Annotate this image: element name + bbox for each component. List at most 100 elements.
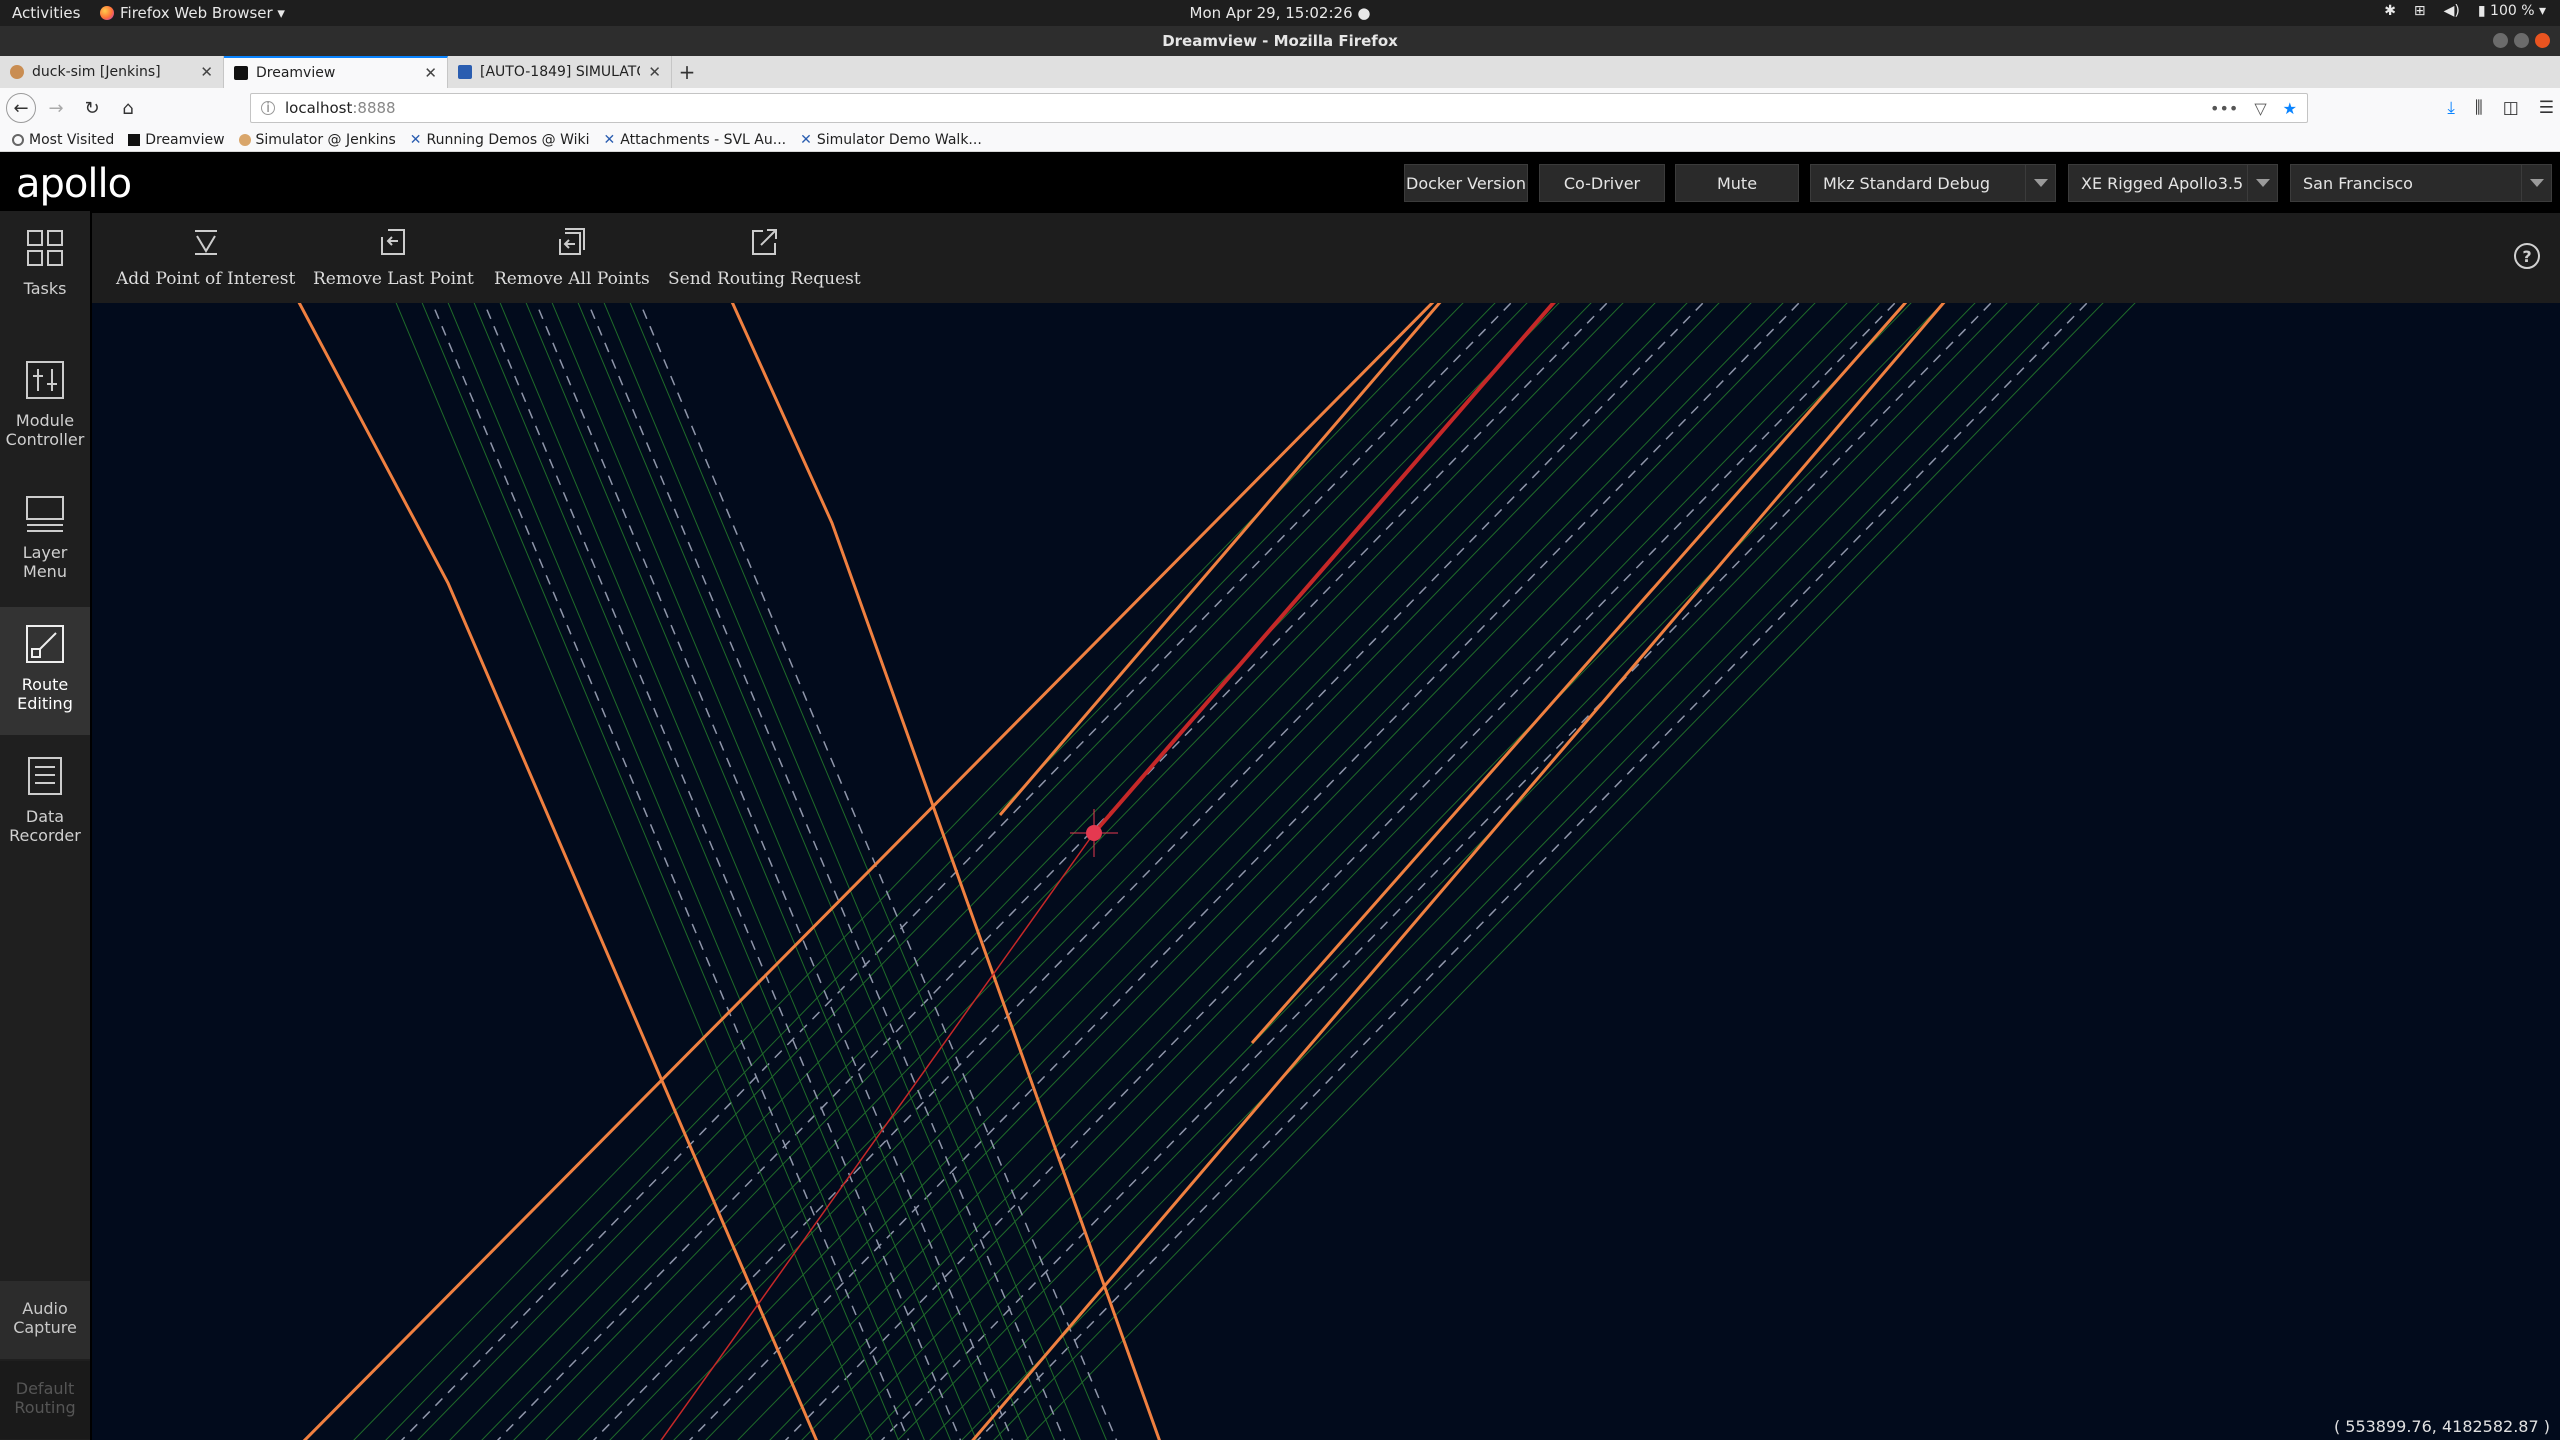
map-select[interactable]: San Francisco (2290, 164, 2552, 202)
lane-line (769, 303, 1880, 1440)
dreamview-header: apollo Docker Version Co-Driver Mute Mkz… (0, 153, 2560, 211)
tab-jenkins[interactable]: duck-sim [Jenkins] ✕ (0, 56, 224, 88)
lane-divider (592, 303, 1705, 1440)
audio-capture-button[interactable]: Audio Capture (0, 1281, 90, 1359)
lane-divider (535, 303, 1014, 1440)
bookmarks-bar: Most Visited Dreamview Simulator @ Jenki… (0, 128, 2560, 152)
default-routing-button[interactable]: Default Routing (0, 1361, 90, 1439)
help-icon[interactable]: ? (2514, 243, 2540, 269)
lane-line (499, 303, 977, 1440)
library-icon[interactable]: ⫼ (2475, 98, 2483, 118)
bluetooth-icon[interactable]: ✱ (2384, 3, 2396, 19)
remove-all-points-icon (558, 228, 585, 255)
bookmark-label: Dreamview (145, 131, 225, 148)
lane-line (641, 303, 1752, 1440)
lane-divider (976, 303, 2089, 1440)
layer-menu-icon (26, 496, 64, 532)
window-title: Dreamview - Mozilla Firefox (0, 26, 2560, 56)
system-tray[interactable]: ✱ ⊞ ◀) ▮ 100 % ▾ (2384, 3, 2546, 19)
docker-version-button[interactable]: Docker Version (1404, 164, 1528, 202)
page-actions-icon[interactable]: ••• (2210, 99, 2238, 118)
toolbar-right: ⤓ ⫼ ◫ ☰ (2447, 98, 2554, 118)
sidebar-icon[interactable]: ◫ (2503, 98, 2519, 118)
tab-label: duck-sim [Jenkins] (32, 64, 161, 80)
volume-icon[interactable]: ◀) (2444, 3, 2460, 19)
minimize-icon[interactable] (2493, 33, 2508, 48)
lane-line (353, 303, 1464, 1440)
window-controls (2493, 33, 2550, 48)
curb-line (998, 303, 1442, 816)
battery-indicator[interactable]: ▮ 100 % ▾ (2478, 3, 2546, 19)
side-menu-route-editing[interactable]: Route Editing (0, 607, 90, 735)
side-menu-layer-menu[interactable]: Layer Menu (0, 475, 90, 603)
tab-label: [AUTO-1849] SIMULATOR (480, 64, 641, 80)
route-editing-icon (26, 625, 64, 663)
lane-line (609, 303, 1720, 1440)
close-tab-icon[interactable]: ✕ (424, 64, 437, 82)
lane-line (801, 303, 1912, 1440)
close-window-icon[interactable] (2535, 33, 2550, 48)
lane-line (449, 303, 1560, 1440)
side-menu-tasks[interactable]: Tasks (0, 211, 90, 339)
vehicle-select[interactable]: XE Rigged Apollo3.5 (2068, 164, 2278, 202)
url-host: localhost (285, 99, 353, 117)
bookmark-label: Running Demos @ Wiki (426, 131, 590, 148)
side-menu-label: Menu (23, 562, 67, 581)
close-tab-icon[interactable]: ✕ (200, 63, 213, 81)
maximize-icon[interactable] (2514, 33, 2529, 48)
side-menu-label: Module (15, 411, 75, 430)
pocket-icon[interactable]: ▽ (2254, 99, 2266, 118)
lane-line (737, 303, 1848, 1440)
apollo-logo: apollo (16, 161, 132, 207)
side-menu-label: Routing (14, 1398, 76, 1417)
tool-label: Send Routing Request (668, 269, 861, 289)
mode-select[interactable]: Mkz Standard Debug (1810, 164, 2056, 202)
lane-line (385, 303, 1496, 1440)
back-button[interactable]: ← (6, 93, 36, 123)
bookmark-running-demos[interactable]: ✕ Running Demos @ Wiki (410, 132, 590, 148)
tab-auto-1849[interactable]: [AUTO-1849] SIMULATOR ✕ (448, 56, 672, 88)
forward-button[interactable]: → (40, 92, 72, 124)
mute-button[interactable]: Mute (1675, 164, 1799, 202)
reload-button[interactable]: ↻ (76, 92, 108, 124)
new-tab-button[interactable]: + (672, 56, 702, 88)
send-routing-icon (752, 229, 778, 255)
site-info-icon[interactable]: i (261, 101, 275, 116)
bookmark-star-icon[interactable]: ★ (2283, 99, 2297, 118)
remove-all-points-button[interactable]: Remove All Points (494, 227, 650, 289)
road-map-canvas[interactable] (92, 303, 2560, 1440)
jira-favicon-icon (458, 65, 472, 79)
lane-line (551, 303, 1029, 1440)
downloads-icon[interactable]: ⤓ (2447, 98, 2455, 118)
chevron-down-icon (2247, 165, 2277, 201)
map-view[interactable]: ( 553899.76, 4182582.87 ) (92, 303, 2560, 1440)
bookmark-simulator-demo[interactable]: ✕ Simulator Demo Walk... (800, 132, 982, 148)
lane-divider (483, 303, 962, 1440)
bookmark-most-visited[interactable]: Most Visited (12, 132, 114, 148)
close-tab-icon[interactable]: ✕ (648, 63, 661, 81)
side-menu-module-controller[interactable]: Module Controller (0, 343, 90, 471)
side-menu-data-recorder[interactable]: Data Recorder (0, 739, 90, 867)
url-bar[interactable]: i localhost:8888 ••• ▽ ★ (250, 93, 2308, 123)
url-port: :8888 (352, 99, 396, 117)
system-clock[interactable]: Mon Apr 29, 15:02:26 ● (0, 4, 2560, 22)
bookmark-simulator-jenkins[interactable]: Simulator @ Jenkins (238, 132, 396, 148)
co-driver-button[interactable]: Co-Driver (1539, 164, 1665, 202)
network-icon[interactable]: ⊞ (2414, 3, 2426, 19)
side-menu-label: Editing (17, 694, 73, 713)
curb-line (1250, 303, 1908, 1044)
bookmark-label: Simulator Demo Walk... (816, 131, 982, 148)
bookmark-dreamview[interactable]: Dreamview (128, 131, 225, 148)
poi-marker[interactable] (1086, 825, 1102, 841)
home-button[interactable]: ⌂ (112, 92, 144, 124)
lane-line (1025, 303, 2136, 1440)
add-point-of-interest-button[interactable]: Add Point of Interest (116, 227, 295, 289)
bookmark-attachments[interactable]: ✕ Attachments - SVL Au... (604, 132, 787, 148)
hamburger-menu-icon[interactable]: ☰ (2539, 98, 2554, 118)
lane-line (603, 303, 1081, 1440)
send-routing-request-button[interactable]: Send Routing Request (668, 227, 861, 289)
tab-dreamview[interactable]: Dreamview ✕ (224, 56, 448, 88)
chevron-down-icon (2025, 165, 2055, 201)
lane-line (577, 303, 1055, 1440)
remove-last-point-button[interactable]: Remove Last Point (313, 227, 474, 289)
